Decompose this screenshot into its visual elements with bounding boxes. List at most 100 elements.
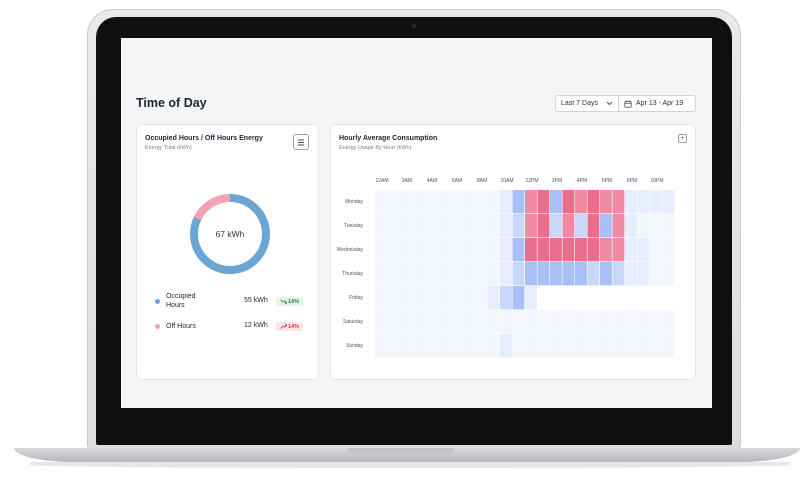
heatmap-cell[interactable]: [562, 334, 575, 358]
heatmap-cell[interactable]: [600, 190, 612, 214]
heatmap-cell[interactable]: [562, 238, 575, 262]
heatmap-cell[interactable]: [462, 214, 475, 238]
heatmap-cell[interactable]: [662, 214, 675, 238]
heatmap-cell[interactable]: [562, 262, 575, 286]
heatmap-cell[interactable]: [575, 190, 587, 214]
heatmap-cell[interactable]: [525, 238, 537, 262]
heatmap-cell[interactable]: [450, 238, 462, 262]
date-range-picker[interactable]: Apr 13 - Apr 19: [619, 95, 696, 112]
heatmap-cell[interactable]: [625, 238, 637, 262]
heatmap-cell[interactable]: [525, 310, 537, 334]
heatmap-cell[interactable]: [400, 190, 412, 214]
heatmap-cell[interactable]: [550, 190, 562, 214]
heatmap-cell[interactable]: [562, 214, 575, 238]
heatmap-cell[interactable]: [662, 190, 675, 214]
heatmap-cell[interactable]: [487, 262, 500, 286]
heatmap-cell[interactable]: [387, 286, 400, 310]
heatmap-cell[interactable]: [550, 286, 562, 310]
heatmap-cell[interactable]: [637, 286, 650, 310]
heatmap-cell[interactable]: [400, 262, 412, 286]
heatmap-cell[interactable]: [512, 286, 525, 310]
heatmap-cell[interactable]: [412, 214, 425, 238]
heatmap-cell[interactable]: [450, 190, 462, 214]
heatmap-cell[interactable]: [662, 334, 675, 358]
heatmap-cell[interactable]: [587, 190, 600, 214]
heatmap-cell[interactable]: [575, 310, 587, 334]
heatmap-cell[interactable]: [512, 262, 525, 286]
heatmap-cell[interactable]: [650, 262, 662, 286]
date-range-preset-select[interactable]: Last 7 Days: [555, 95, 619, 112]
heatmap-cell[interactable]: [612, 310, 625, 334]
heatmap-cell[interactable]: [525, 190, 537, 214]
heatmap-cell[interactable]: [487, 214, 500, 238]
heatmap-cell[interactable]: [587, 262, 600, 286]
heatmap-cell[interactable]: [587, 214, 600, 238]
heatmap-cell[interactable]: [500, 334, 512, 358]
heatmap-cell[interactable]: [400, 214, 412, 238]
heatmap-cell[interactable]: [662, 310, 675, 334]
heatmap-cell[interactable]: [387, 262, 400, 286]
heatmap-cell[interactable]: [437, 262, 450, 286]
heatmap-cell[interactable]: [612, 334, 625, 358]
heatmap-cell[interactable]: [637, 190, 650, 214]
heatmap-cell[interactable]: [475, 310, 487, 334]
heatmap-cell[interactable]: [512, 310, 525, 334]
heatmap-cell[interactable]: [462, 238, 475, 262]
heatmap-cell[interactable]: [537, 190, 550, 214]
heatmap-cell[interactable]: [412, 238, 425, 262]
heatmap-cell[interactable]: [412, 334, 425, 358]
heatmap-cell[interactable]: [400, 310, 412, 334]
heatmap-cell[interactable]: [462, 334, 475, 358]
heatmap-cell[interactable]: [437, 238, 450, 262]
heatmap-cell[interactable]: [512, 334, 525, 358]
heatmap-cell[interactable]: [625, 262, 637, 286]
heatmap-cell[interactable]: [537, 214, 550, 238]
heatmap-cell[interactable]: [550, 310, 562, 334]
heatmap-cell[interactable]: [475, 214, 487, 238]
chart-menu-button[interactable]: [293, 134, 309, 150]
heatmap-cell[interactable]: [612, 190, 625, 214]
heatmap-cell[interactable]: [437, 286, 450, 310]
heatmap-cell[interactable]: [412, 310, 425, 334]
heatmap-cell[interactable]: [475, 190, 487, 214]
heatmap-cell[interactable]: [412, 262, 425, 286]
heatmap-cell[interactable]: [600, 262, 612, 286]
heatmap-cell[interactable]: [625, 310, 637, 334]
heatmap-cell[interactable]: [375, 262, 387, 286]
heatmap-cell[interactable]: [562, 286, 575, 310]
heatmap-cell[interactable]: [462, 286, 475, 310]
heatmap-cell[interactable]: [512, 238, 525, 262]
heatmap-cell[interactable]: [375, 310, 387, 334]
heatmap-cell[interactable]: [387, 310, 400, 334]
expand-button[interactable]: +: [678, 134, 687, 143]
heatmap-cell[interactable]: [650, 238, 662, 262]
heatmap-cell[interactable]: [612, 286, 625, 310]
heatmap-cell[interactable]: [387, 238, 400, 262]
heatmap-cell[interactable]: [450, 334, 462, 358]
heatmap-cell[interactable]: [437, 310, 450, 334]
heatmap-cell[interactable]: [562, 190, 575, 214]
heatmap-cell[interactable]: [650, 310, 662, 334]
heatmap-cell[interactable]: [450, 286, 462, 310]
heatmap-cell[interactable]: [375, 238, 387, 262]
heatmap-cell[interactable]: [650, 334, 662, 358]
heatmap-cell[interactable]: [650, 214, 662, 238]
heatmap-cell[interactable]: [637, 262, 650, 286]
heatmap-cell[interactable]: [612, 214, 625, 238]
heatmap-cell[interactable]: [537, 310, 550, 334]
heatmap-cell[interactable]: [625, 286, 637, 310]
heatmap-cell[interactable]: [575, 334, 587, 358]
heatmap-cell[interactable]: [575, 238, 587, 262]
heatmap-cell[interactable]: [575, 286, 587, 310]
heatmap-cell[interactable]: [637, 334, 650, 358]
heatmap-cell[interactable]: [550, 334, 562, 358]
heatmap-cell[interactable]: [387, 190, 400, 214]
heatmap-cell[interactable]: [425, 190, 437, 214]
heatmap-cell[interactable]: [487, 310, 500, 334]
heatmap-cell[interactable]: [400, 334, 412, 358]
heatmap-cell[interactable]: [537, 286, 550, 310]
heatmap-cell[interactable]: [462, 310, 475, 334]
heatmap-cell[interactable]: [537, 334, 550, 358]
heatmap-cell[interactable]: [387, 214, 400, 238]
heatmap-cell[interactable]: [562, 310, 575, 334]
